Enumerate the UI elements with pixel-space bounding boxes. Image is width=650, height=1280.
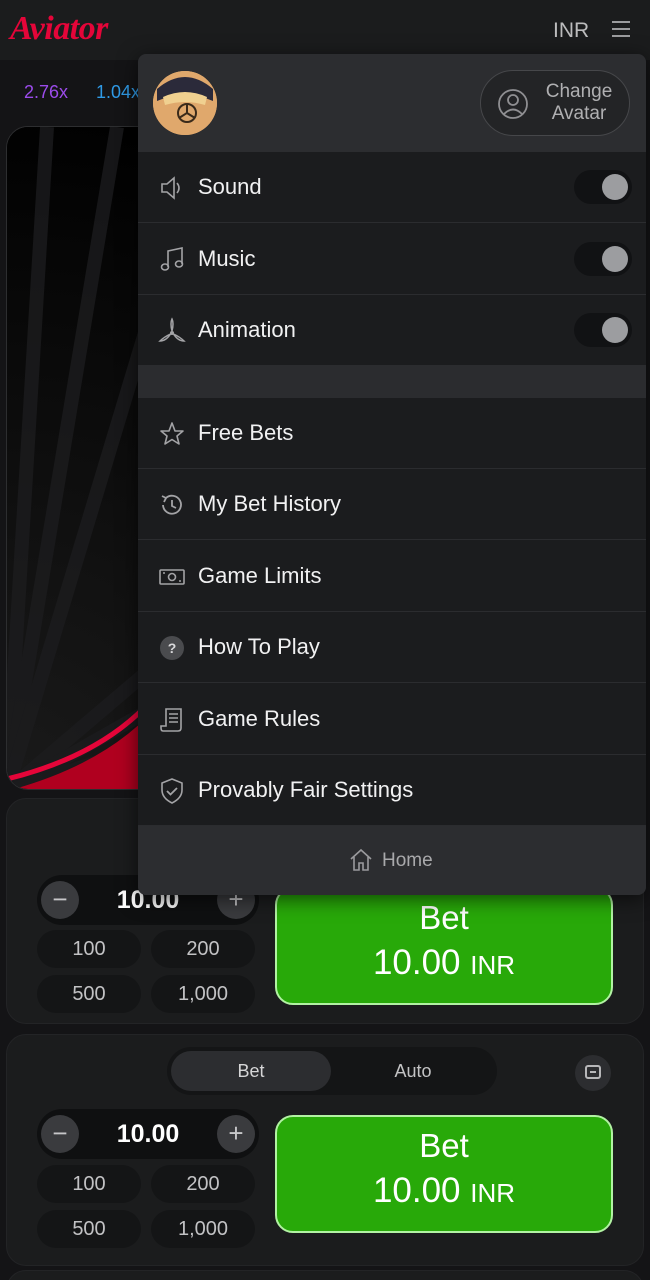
bet-panel-3: [6, 1270, 644, 1280]
menu-row-music[interactable]: Music: [138, 224, 646, 295]
settings-menu: Change Avatar Sound Music Animation Free…: [138, 54, 646, 895]
amount-stepper[interactable]: − 10.00 +: [37, 1109, 259, 1159]
remove-panel-icon[interactable]: [575, 1055, 611, 1091]
user-circle-icon: [498, 89, 528, 119]
menu-item-label: Game Limits: [198, 563, 322, 588]
menu-divider: [138, 366, 646, 398]
currency-label: INR: [553, 19, 590, 42]
home-button[interactable]: Home: [138, 826, 646, 895]
aviator-app: Aviator INR 2.76x 1.04x − 10.00 + 100 20…: [0, 0, 650, 1280]
home-icon: [350, 848, 372, 871]
change-avatar-label: Change Avatar: [545, 81, 613, 124]
speaker-icon: [161, 176, 180, 200]
menu-item-free-bets[interactable]: Free Bets: [138, 398, 646, 469]
bet-button-label: Bet: [419, 899, 469, 936]
bet-button-amount: 10.00 INR: [372, 1171, 516, 1210]
menu-item-provably-fair[interactable]: Provably Fair Settings: [138, 755, 646, 826]
menu-profile-bar: Change Avatar: [138, 54, 646, 152]
svg-text:?: ?: [168, 640, 177, 656]
menu-item-label: Game Rules: [198, 706, 321, 731]
menu-row-label: Sound: [198, 174, 262, 199]
menu-item-game-limits[interactable]: Game Limits: [138, 541, 646, 612]
quick-amount-button[interactable]: 100: [37, 1165, 141, 1203]
menu-item-how-to-play[interactable]: ? How To Play: [138, 612, 646, 683]
home-label: Home: [382, 850, 433, 871]
amount-value[interactable]: 10.00: [81, 1109, 215, 1159]
aviator-logo: Aviator: [10, 10, 108, 47]
menu-item-label: My Bet History: [198, 491, 342, 516]
music-note-icon: [160, 247, 184, 271]
question-icon: ?: [160, 636, 184, 660]
avatar: [153, 71, 217, 135]
bet-mode-tabs: Bet Auto: [167, 1047, 497, 1095]
bet-button-amount: 10.00 INR: [372, 943, 516, 982]
animation-toggle[interactable]: [574, 313, 632, 347]
change-avatar-button[interactable]: Change Avatar: [480, 70, 630, 136]
menu-row-label: Animation: [198, 317, 296, 342]
tab-auto[interactable]: Auto: [333, 1051, 493, 1091]
menu-row-animation[interactable]: Animation: [138, 295, 646, 366]
menu-item-bet-history[interactable]: My Bet History: [138, 469, 646, 540]
bet-button-label: Bet: [419, 1127, 469, 1164]
bet-panel-2: Bet Auto − 10.00 + 100 200 500 1,000 Bet…: [6, 1034, 644, 1266]
multiplier-badge: 2.76x: [24, 82, 69, 102]
multiplier-badge: 1.04x: [96, 82, 141, 102]
quick-amount-button[interactable]: 500: [37, 975, 141, 1013]
top-bar: Aviator INR: [0, 0, 650, 60]
hamburger-icon[interactable]: [612, 21, 630, 37]
quick-amount-button[interactable]: 1,000: [151, 975, 255, 1013]
scroll-icon: [160, 708, 182, 732]
quick-amount-button[interactable]: 500: [37, 1210, 141, 1248]
menu-item-label: Provably Fair Settings: [198, 777, 414, 802]
propeller-icon: [158, 317, 186, 342]
menu-item-label: Free Bets: [198, 420, 294, 445]
increase-button[interactable]: +: [217, 1115, 255, 1153]
quick-amount-button[interactable]: 200: [151, 1165, 255, 1203]
menu-row-sound[interactable]: Sound: [138, 152, 646, 223]
sound-toggle[interactable]: [574, 170, 632, 204]
history-icon: [161, 494, 182, 515]
tab-bet[interactable]: Bet: [171, 1051, 331, 1091]
bet-button[interactable]: Bet 10.00 INR: [275, 1115, 613, 1233]
decrease-button[interactable]: −: [41, 1115, 79, 1153]
music-toggle[interactable]: [574, 242, 632, 276]
menu-item-label: How To Play: [198, 634, 320, 659]
quick-amount-button[interactable]: 100: [37, 930, 141, 968]
star-icon: [160, 422, 184, 445]
quick-amount-button[interactable]: 1,000: [151, 1210, 255, 1248]
menu-row-label: Music: [198, 246, 256, 271]
bet-button[interactable]: Bet 10.00 INR: [275, 887, 613, 1005]
shield-check-icon: [161, 778, 183, 804]
decrease-button[interactable]: −: [41, 881, 79, 919]
banknote-icon: [159, 569, 185, 585]
menu-item-game-rules[interactable]: Game Rules: [138, 684, 646, 755]
quick-amount-button[interactable]: 200: [151, 930, 255, 968]
